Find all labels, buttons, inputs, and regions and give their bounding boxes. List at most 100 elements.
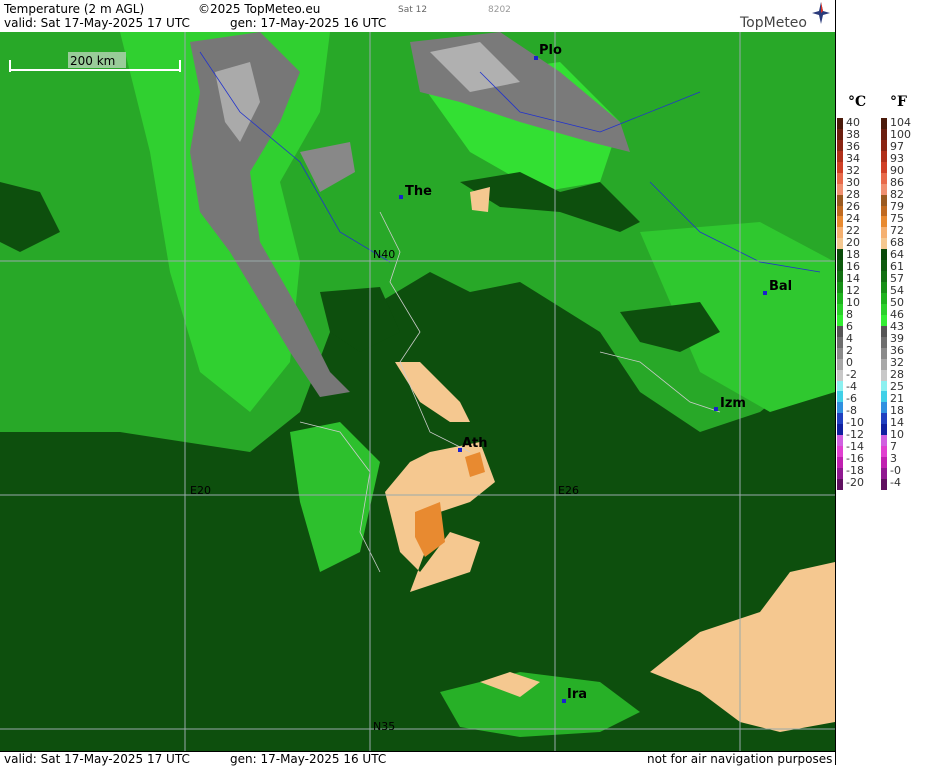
legend-swatch [881, 172, 887, 184]
legend-swatch [837, 227, 843, 239]
scale-label: 200 km [70, 54, 115, 68]
legend-swatch [881, 391, 887, 403]
legend-swatch [881, 314, 887, 326]
legend-swatch [881, 260, 887, 272]
topmeteo-logo: TopMeteo [740, 2, 835, 32]
day-code: Sat 12 [398, 5, 428, 15]
legend-swatch [837, 468, 843, 479]
unit-celsius: °C [848, 94, 867, 110]
legend-swatch [837, 238, 843, 250]
legend-swatch [881, 402, 887, 414]
legend-swatch [881, 282, 887, 293]
footer: valid: Sat 17-May-2025 17 UTC gen: 17-Ma… [0, 751, 835, 766]
footer-note: not for air navigation purposes [647, 752, 833, 766]
legend-swatch [881, 478, 887, 490]
city-label: Ath [462, 436, 488, 451]
legend-swatch [881, 424, 887, 436]
legend-swatch [881, 227, 887, 239]
map-canvas: 200 km N40 N35 E20 E26 Plo The Bal Izm A… [0, 32, 835, 751]
legend-swatch [881, 238, 887, 250]
legend-swatch [837, 325, 843, 337]
legend-swatch [837, 446, 843, 458]
legend-swatch [881, 293, 887, 304]
grid-label-n40: N40 [373, 248, 395, 261]
legend-swatch [881, 150, 887, 162]
legend-swatch [837, 118, 843, 129]
legend-swatch [881, 446, 887, 458]
legend-swatch [837, 282, 843, 293]
city-label: The [405, 184, 432, 199]
legend-swatch [837, 336, 843, 348]
city-label: Plo [539, 43, 562, 58]
legend-swatch [881, 118, 887, 129]
city-label: Bal [769, 279, 792, 294]
legend-swatch [881, 468, 887, 479]
valid-time: valid: Sat 17-May-2025 17 UTC [4, 16, 190, 30]
city-marker [399, 195, 403, 199]
temperature-legend: °C °F 40 104 38 100 36 97 34 93 32 90 30 86 28 82 26 79… [835, 0, 925, 765]
unit-fahrenheit: °F [890, 94, 907, 110]
legend-swatch [881, 249, 887, 261]
legend-swatch [837, 402, 843, 414]
city-label: Izm [720, 396, 746, 411]
legend-swatch [837, 478, 843, 490]
legend-swatch [881, 413, 887, 425]
legend-swatch [837, 139, 843, 151]
legend-swatch [881, 358, 887, 370]
run-code: 8202 [488, 5, 511, 15]
copyright: ©2025 TopMeteo.eu [198, 2, 321, 16]
grid-label-n35: N35 [373, 720, 395, 733]
legend-swatch [881, 139, 887, 151]
legend-swatch [881, 194, 887, 206]
gen-time: gen: 17-May-2025 16 UTC [230, 16, 387, 30]
legend-swatch [881, 128, 887, 140]
legend-swatch [837, 424, 843, 436]
legend-swatch [881, 369, 887, 381]
legend-swatch [881, 303, 887, 315]
footer-gen: gen: 17-May-2025 16 UTC [230, 752, 387, 766]
legend-swatch [837, 205, 843, 217]
legend-celsius-value: -20 [846, 476, 864, 489]
legend-swatch [837, 161, 843, 173]
legend-swatch [881, 435, 887, 447]
legend-swatch [837, 150, 843, 162]
legend-swatch [837, 183, 843, 195]
legend-swatch [837, 369, 843, 381]
logo-text: TopMeteo [740, 15, 807, 31]
city-marker [763, 291, 767, 295]
legend-swatch [837, 260, 843, 272]
legend-swatch [881, 183, 887, 195]
temperature-map[interactable]: 200 km N40 N35 E20 E26 Plo The Bal Izm A… [0, 32, 835, 751]
city-marker [534, 56, 538, 60]
legend-swatch [837, 314, 843, 326]
city-label: Ira [567, 687, 587, 702]
fahrenheit-color-bar [881, 118, 887, 490]
city-marker [714, 407, 718, 411]
footer-valid: valid: Sat 17-May-2025 17 UTC [4, 752, 190, 766]
legend-swatch [837, 457, 843, 468]
legend-swatch [837, 413, 843, 425]
legend-fahrenheit-value: -4 [890, 476, 901, 489]
legend-swatch [837, 347, 843, 359]
legend-swatch [837, 293, 843, 304]
grid-label-e20: E20 [190, 484, 211, 497]
city-ath[interactable]: Ath [458, 436, 488, 452]
legend-swatch [881, 271, 887, 283]
legend-swatch [837, 380, 843, 392]
legend-swatch [837, 303, 843, 315]
compass-star-icon [812, 2, 830, 24]
legend-swatch [837, 216, 843, 228]
legend-swatch [881, 161, 887, 173]
legend-swatch [837, 194, 843, 206]
city-plo[interactable]: Plo [534, 43, 562, 60]
legend-swatch [837, 358, 843, 370]
legend-swatch [881, 205, 887, 217]
legend-swatch [881, 347, 887, 359]
city-marker [562, 699, 566, 703]
legend-swatch [881, 380, 887, 392]
map-title: Temperature (2 m AGL) [4, 2, 145, 16]
legend-swatch [881, 336, 887, 348]
legend-swatch [837, 249, 843, 261]
grid-label-e26: E26 [558, 484, 579, 497]
legend-swatch [837, 391, 843, 403]
